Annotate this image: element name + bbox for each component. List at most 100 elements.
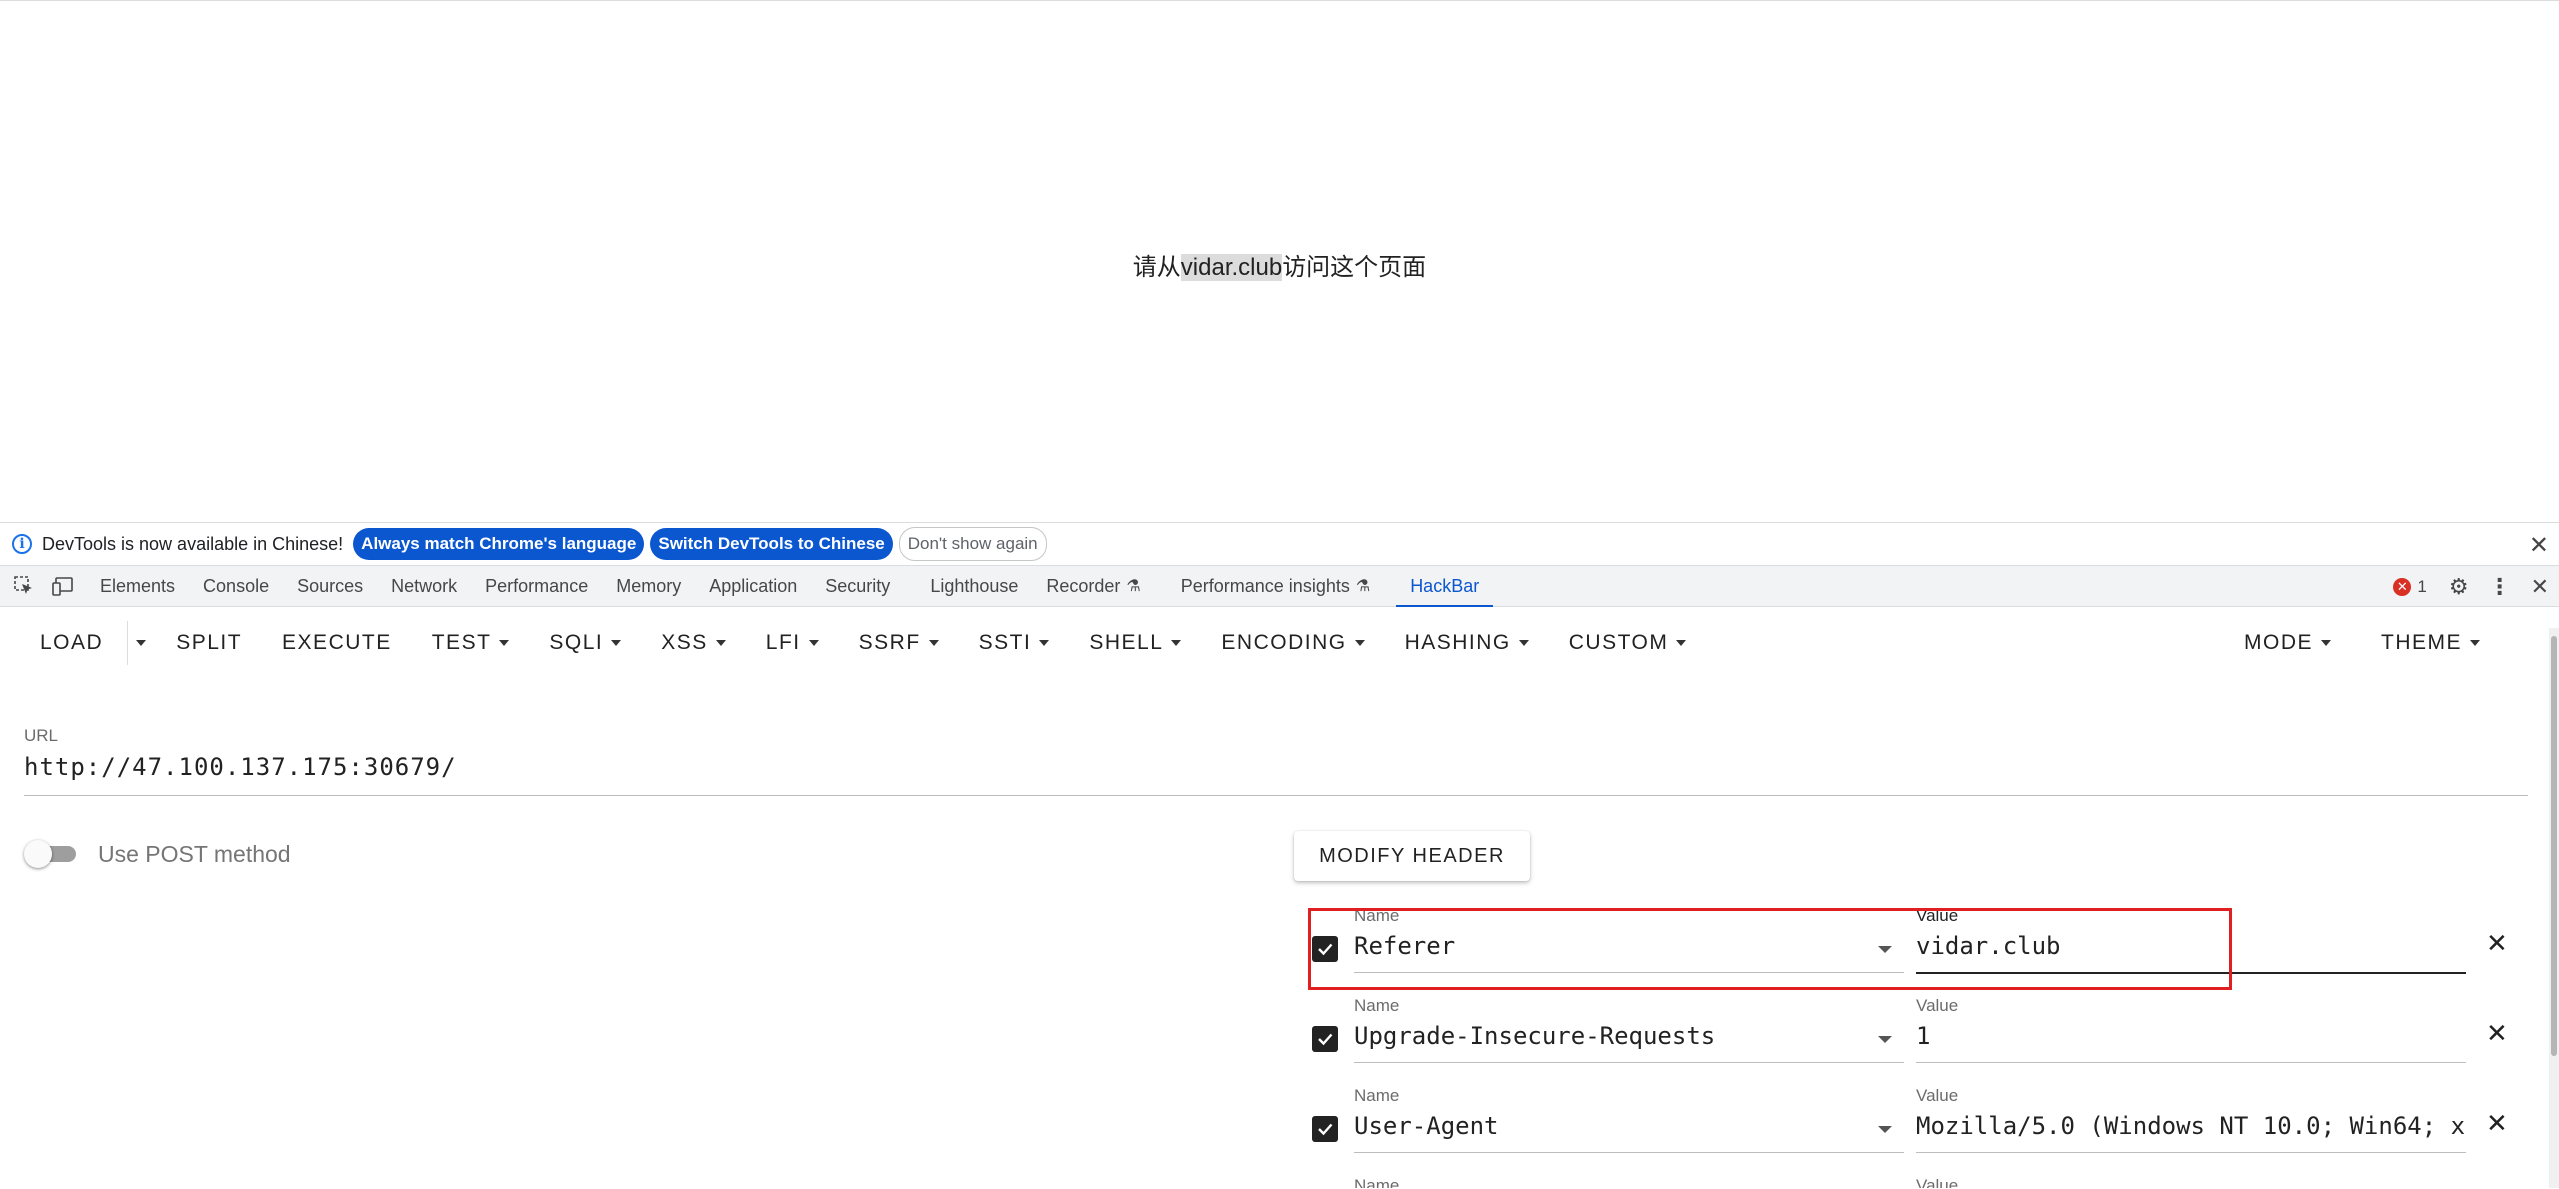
hashing-menu-label: HASHING <box>1404 631 1511 654</box>
header-name-input[interactable]: Upgrade-Insecure-Requests <box>1354 1022 1854 1050</box>
tab-recorder[interactable]: Recorder ⚗ <box>1032 565 1154 607</box>
hackbar-scrollbar-thumb[interactable] <box>2551 636 2557 1056</box>
xss-menu[interactable]: XSS <box>661 631 726 655</box>
error-counter[interactable]: ✕ 1 <box>2393 577 2427 597</box>
close-devtools-icon[interactable]: ✕ <box>2531 574 2549 600</box>
post-method-label: Use POST method <box>98 841 291 867</box>
chevron-down-icon <box>1354 640 1365 646</box>
tab-performance-insights-label: Performance insights <box>1180 575 1350 596</box>
sqli-menu[interactable]: SQLI <box>549 631 622 655</box>
tab-sources[interactable]: Sources <box>283 565 377 607</box>
remove-header-close-icon[interactable]: ✕ <box>2486 928 2508 959</box>
chevron-down-icon[interactable] <box>1878 1126 1892 1133</box>
chevron-down-icon <box>611 640 622 646</box>
tab-performance-insights[interactable]: Performance insights ⚗ <box>1167 565 1384 607</box>
hackbar-menubar: LOAD SPLIT EXECUTE TEST SQLI XSS LFI SSR… <box>0 607 2540 679</box>
mode-menu[interactable]: MODE <box>2244 631 2331 655</box>
ssti-menu[interactable]: SSTI <box>979 631 1050 655</box>
split-button[interactable]: SPLIT <box>176 631 242 655</box>
chevron-down-icon <box>1518 640 1529 646</box>
load-dropdown-caret-icon[interactable] <box>136 640 147 646</box>
tab-memory[interactable]: Memory <box>602 565 695 607</box>
devtools-tabbar: Elements Console Sources Network Perform… <box>0 565 2559 608</box>
header-enabled-checkbox[interactable] <box>1312 1026 1338 1052</box>
chevron-down-icon <box>1039 640 1050 646</box>
encoding-menu[interactable]: ENCODING <box>1221 631 1365 655</box>
tab-elements[interactable]: Elements <box>86 565 189 607</box>
tab-application[interactable]: Application <box>695 565 811 607</box>
chevron-down-icon[interactable] <box>1878 946 1892 953</box>
hashing-menu[interactable]: HASHING <box>1405 631 1529 655</box>
modify-header-button[interactable]: MODIFY HEADER <box>1294 831 1530 881</box>
header-value-underline <box>1916 1062 2466 1063</box>
url-underline <box>24 795 2528 796</box>
page-message-highlight: vidar.club <box>1180 254 1283 281</box>
url-input[interactable]: http://47.100.137.175:30679/ <box>24 753 457 781</box>
tab-network[interactable]: Network <box>377 565 471 607</box>
ssrf-menu-label: SSRF <box>858 631 921 654</box>
mode-menu-label: MODE <box>2244 631 2313 654</box>
header-enabled-checkbox[interactable] <box>1312 1116 1338 1142</box>
chevron-down-icon <box>808 640 819 646</box>
info-icon: i <box>12 534 32 554</box>
chevron-down-icon <box>1171 640 1182 646</box>
load-button[interactable]: LOAD <box>40 631 103 655</box>
chevron-down-icon <box>715 640 726 646</box>
post-method-toggle[interactable] <box>24 840 80 868</box>
header-name-input[interactable]: User-Agent <box>1354 1112 1854 1140</box>
page-message-before: 请从 <box>1132 254 1181 281</box>
remove-header-close-icon[interactable]: ✕ <box>2486 1018 2508 1049</box>
toggle-knob <box>24 840 52 868</box>
tab-performance[interactable]: Performance <box>471 565 602 607</box>
ssti-menu-label: SSTI <box>978 631 1032 654</box>
chevron-down-icon[interactable] <box>1878 1036 1892 1043</box>
hackbar-menu-right: MODE THEME <box>2204 631 2480 655</box>
header-row: Name User-Agent Value Mozilla/5.0 (Windo… <box>1300 1086 2520 1166</box>
header-name-label: Name <box>1354 1086 1400 1105</box>
page-message: 请从vidar.club访问这个页面 <box>0 247 2559 282</box>
encoding-menu-label: ENCODING <box>1221 631 1347 654</box>
header-enabled-checkbox[interactable] <box>1312 936 1338 962</box>
page-message-after: 访问这个页面 <box>1282 254 1427 281</box>
header-name-underline <box>1354 1062 1904 1063</box>
tab-hackbar[interactable]: HackBar <box>1396 565 1494 608</box>
tab-security[interactable]: Security <box>811 565 904 607</box>
ssrf-menu[interactable]: SSRF <box>859 631 939 655</box>
custom-menu[interactable]: CUSTOM <box>1569 631 1687 655</box>
always-match-language-button[interactable]: Always match Chrome's language <box>353 528 645 560</box>
experiment-flask-icon: ⚗ <box>1355 578 1371 595</box>
theme-menu[interactable]: THEME <box>2381 631 2480 655</box>
header-value-label: Value <box>1916 1176 1959 1188</box>
inspected-page: 请从vidar.club访问这个页面 <box>0 0 2559 523</box>
sqli-menu-label: SQLI <box>549 631 604 654</box>
execute-button[interactable]: EXECUTE <box>282 631 392 655</box>
lfi-menu-label: LFI <box>765 631 801 654</box>
more-options-icon[interactable]: ⋮ <box>2489 574 2511 600</box>
header-value-label: Value <box>1916 996 1959 1015</box>
header-value-input[interactable]: vidar.club <box>1916 932 2466 960</box>
header-value-input[interactable]: 1 <box>1916 1022 2466 1050</box>
shell-menu[interactable]: SHELL <box>1089 631 1182 655</box>
header-row: Name Value <box>1300 1176 2520 1188</box>
infobar-text: DevTools is now available in Chinese! <box>42 533 344 554</box>
header-value-underline <box>1916 972 2466 974</box>
test-menu-label: TEST <box>431 631 492 654</box>
close-infobar-icon[interactable]: ✕ <box>2529 531 2549 560</box>
settings-gear-icon[interactable]: ⚙ <box>2449 574 2469 600</box>
tab-lighthouse[interactable]: Lighthouse <box>916 565 1032 607</box>
inspect-element-icon[interactable] <box>12 574 36 598</box>
tabbar-right-tools: ✕ 1 ⚙ ⋮ ✕ <box>2393 566 2559 608</box>
xss-menu-label: XSS <box>661 631 708 654</box>
remove-header-close-icon[interactable]: ✕ <box>2486 1108 2508 1139</box>
chevron-down-icon <box>928 640 939 646</box>
header-row: Name Referer Value vidar.club ✕ <box>1300 906 2520 986</box>
dont-show-again-button[interactable]: Don't show again <box>898 527 1047 561</box>
header-name-input[interactable]: Referer <box>1354 932 1854 960</box>
tab-console[interactable]: Console <box>189 565 283 607</box>
device-toolbar-icon[interactable] <box>52 574 76 598</box>
switch-devtools-chinese-button[interactable]: Switch DevTools to Chinese <box>650 528 893 560</box>
header-value-input[interactable]: Mozilla/5.0 (Windows NT 10.0; Win64; x64… <box>1916 1112 2466 1140</box>
header-name-underline <box>1354 972 1904 973</box>
test-menu[interactable]: TEST <box>432 631 510 655</box>
lfi-menu[interactable]: LFI <box>766 631 819 655</box>
